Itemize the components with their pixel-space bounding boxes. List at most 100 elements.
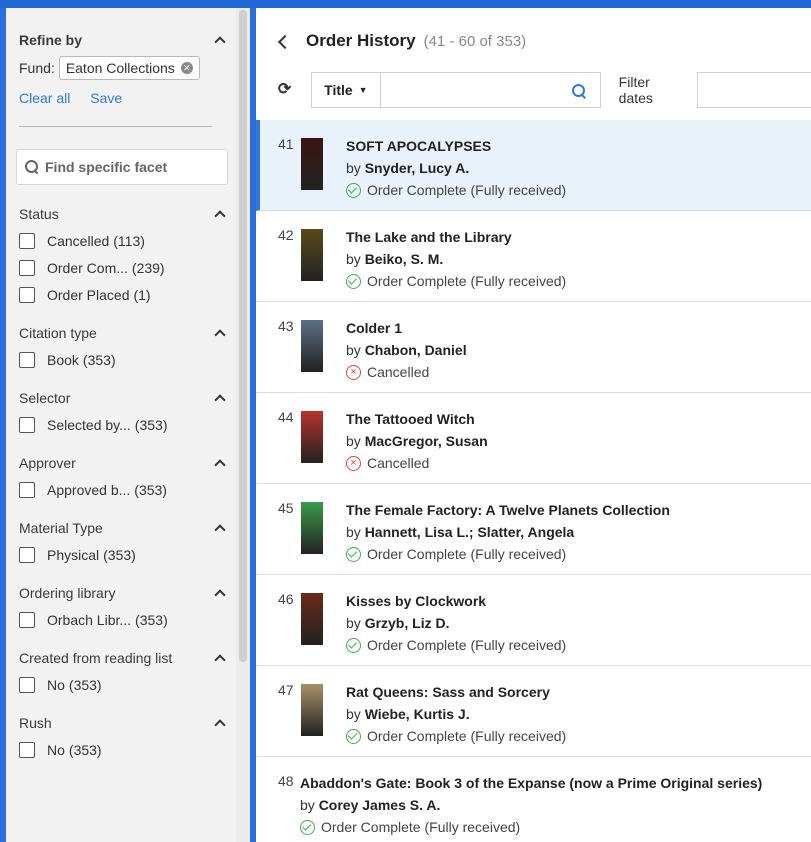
- facet-option-label: No: [47, 677, 65, 693]
- filter-dates-label: Filter dates: [618, 74, 653, 106]
- by-label: by: [346, 433, 361, 449]
- search-field-dropdown[interactable]: Title ▼: [311, 72, 380, 108]
- facet-title: Selector: [19, 390, 71, 406]
- facet-option-count: (1): [133, 287, 151, 303]
- window-top-edge: [0, 0, 811, 8]
- sidebar-scrollbar[interactable]: [239, 10, 247, 662]
- chevron-up-icon[interactable]: [212, 325, 228, 341]
- facet-header[interactable]: Created from reading list: [19, 649, 228, 667]
- chevron-up-icon[interactable]: [212, 32, 228, 48]
- book-cover-thumbnail[interactable]: [301, 320, 323, 372]
- order-row[interactable]: 46 Kisses by Clockwork by Grzyb, Liz D. Ord…: [256, 575, 811, 666]
- book-cover-thumbnail[interactable]: [301, 229, 323, 281]
- order-title[interactable]: Colder 1: [346, 317, 467, 339]
- by-label: by: [346, 706, 361, 722]
- facet-group: Selector Selected by... (353): [19, 389, 228, 434]
- order-status-label: Order Complete (Fully received): [321, 819, 521, 835]
- facet-checkbox[interactable]: [19, 547, 35, 563]
- facet-checkbox[interactable]: [19, 612, 35, 628]
- chevron-up-icon[interactable]: [212, 650, 228, 666]
- order-row[interactable]: 48 Abaddon's Gate: Book 3 of the Expanse …: [256, 757, 811, 842]
- order-row[interactable]: 43 Colder 1 by Chabon, Daniel × Cancelled: [256, 302, 811, 393]
- order-title[interactable]: Rat Queens: Sass and Sorcery: [346, 681, 566, 703]
- facet-title: Rush: [19, 715, 52, 731]
- clear-all-link[interactable]: Clear all: [19, 90, 70, 106]
- facet-option[interactable]: Cancelled (113): [19, 232, 228, 250]
- chevron-up-icon[interactable]: [212, 715, 228, 731]
- page-header: Order History (41 - 60 of 353): [276, 26, 526, 56]
- date-filter-input[interactable]: [696, 72, 811, 108]
- refresh-icon[interactable]: ⟳: [276, 81, 293, 99]
- facet-option[interactable]: No (353): [19, 741, 228, 759]
- facet-checkbox[interactable]: [19, 417, 35, 433]
- facet-checkbox[interactable]: [19, 482, 35, 498]
- order-row[interactable]: 47 Rat Queens: Sass and Sorcery by Wiebe, …: [256, 666, 811, 757]
- facet-header[interactable]: Material Type: [19, 519, 228, 537]
- book-cover-thumbnail[interactable]: [301, 593, 323, 645]
- facet-group: Approver Approved b... (353): [19, 454, 228, 499]
- chevron-up-icon[interactable]: [212, 390, 228, 406]
- facet-option-label: Book: [47, 352, 79, 368]
- order-title[interactable]: The Female Factory: A Twelve Planets Col…: [346, 499, 670, 521]
- chevron-up-icon[interactable]: [212, 520, 228, 536]
- save-link[interactable]: Save: [90, 90, 122, 106]
- book-cover-thumbnail[interactable]: [301, 411, 323, 463]
- order-title[interactable]: The Lake and the Library: [346, 226, 566, 248]
- facet-checkbox[interactable]: [19, 233, 35, 249]
- by-label: by: [346, 615, 361, 631]
- chevron-up-icon[interactable]: [212, 206, 228, 222]
- facet-option[interactable]: Order Placed (1): [19, 286, 228, 304]
- fund-filter-chip[interactable]: Eaton Collections ✕: [58, 56, 200, 80]
- facet-option[interactable]: Selected by... (353): [19, 416, 228, 434]
- facet-search-input[interactable]: Find specific facet: [16, 149, 228, 185]
- back-chevron-icon[interactable]: [276, 34, 290, 48]
- facet-header[interactable]: Status: [19, 205, 228, 223]
- facet-checkbox[interactable]: [19, 742, 35, 758]
- order-author: Snyder, Lucy A.: [364, 160, 470, 176]
- order-row[interactable]: 44 The Tattooed Witch by MacGregor, Susan ×…: [256, 393, 811, 484]
- order-title[interactable]: SOFT APOCALYPSES: [346, 135, 566, 157]
- facet-checkbox[interactable]: [19, 260, 35, 276]
- facet-option[interactable]: Physical (353): [19, 546, 228, 564]
- facet-option-label: Order Com...: [47, 260, 128, 276]
- order-row[interactable]: 42 The Lake and the Library by Beiko, S. M…: [256, 211, 811, 302]
- order-title[interactable]: Abaddon's Gate: Book 3 of the Expanse (n…: [300, 772, 762, 794]
- order-author: Wiebe, Kurtis J.: [364, 706, 470, 722]
- order-status-label: Order Complete (Fully received): [367, 546, 567, 562]
- result-range: (41 - 60 of 353): [423, 32, 527, 50]
- facet-checkbox[interactable]: [19, 287, 35, 303]
- facet-option[interactable]: Orbach Libr... (353): [19, 611, 228, 629]
- app: Refine by Fund: Eaton Collections ✕ Clea…: [0, 8, 811, 842]
- close-icon[interactable]: ✕: [180, 62, 193, 74]
- fund-label: Fund:: [19, 60, 55, 76]
- order-status: Order Complete (Fully received): [346, 634, 566, 656]
- facet-option[interactable]: Book (353): [19, 351, 228, 369]
- chevron-up-icon[interactable]: [212, 585, 228, 601]
- facet-header[interactable]: Approver: [19, 454, 228, 472]
- facet-option[interactable]: Approved b... (353): [19, 481, 228, 499]
- book-cover-thumbnail[interactable]: [301, 684, 323, 736]
- facet-header[interactable]: Selector: [19, 389, 228, 407]
- row-number: 47: [278, 682, 294, 698]
- search-icon[interactable]: [571, 84, 586, 98]
- facet-option[interactable]: No (353): [19, 676, 228, 694]
- facet-option-count: (353): [135, 612, 168, 628]
- facet-checkbox[interactable]: [19, 677, 35, 693]
- order-title[interactable]: The Tattooed Witch: [346, 408, 488, 430]
- order-row[interactable]: 45 The Female Factory: A Twelve Planets C…: [256, 484, 811, 575]
- check-circle-icon: [300, 819, 315, 835]
- book-cover-thumbnail[interactable]: [301, 138, 323, 190]
- order-author: Beiko, S. M.: [364, 251, 444, 267]
- facet-header[interactable]: Citation type: [19, 324, 228, 342]
- order-row[interactable]: 41 SOFT APOCALYPSES by Snyder, Lucy A. Orde…: [256, 120, 811, 211]
- order-title[interactable]: Kisses by Clockwork: [346, 590, 566, 612]
- chevron-up-icon[interactable]: [212, 455, 228, 471]
- facet-option[interactable]: Order Com... (239): [19, 259, 228, 277]
- check-circle-icon: [346, 637, 361, 653]
- facet-header[interactable]: Rush: [19, 714, 228, 732]
- search-input[interactable]: [379, 72, 601, 108]
- facet-checkbox[interactable]: [19, 352, 35, 368]
- row-number: 46: [278, 591, 294, 607]
- facet-header[interactable]: Ordering library: [19, 584, 228, 602]
- book-cover-thumbnail[interactable]: [301, 502, 323, 554]
